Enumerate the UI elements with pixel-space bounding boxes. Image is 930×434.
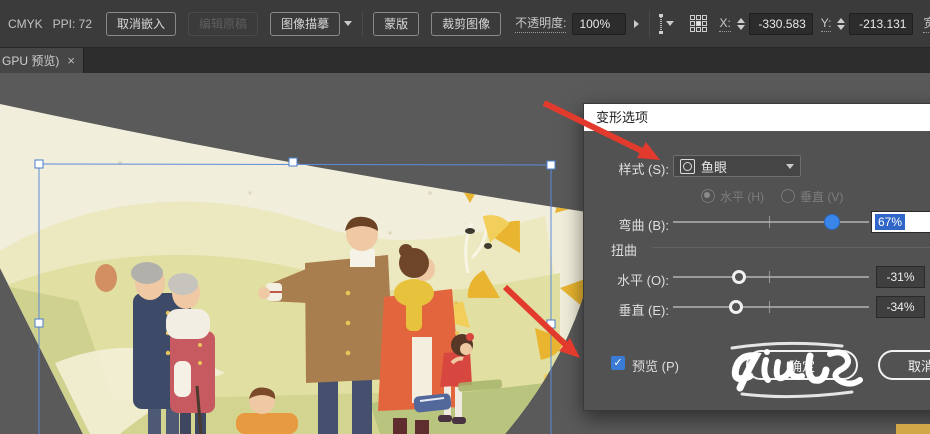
ok-button[interactable]: 确定 — [746, 350, 858, 380]
slider-center-tick — [769, 271, 770, 283]
bend-value-field[interactable]: 67% — [871, 211, 930, 233]
preview-checkbox[interactable]: ✓ — [611, 356, 625, 370]
vertical-radio: 垂直 (V) — [781, 188, 843, 205]
distort-h-value-field[interactable]: -31% — [876, 266, 925, 288]
y-label: Y: — [821, 16, 832, 32]
x-stepper[interactable] — [735, 14, 747, 34]
ppi-label: PPI: 72 — [53, 17, 92, 31]
document-tab[interactable]: GPU 预览) × — [0, 48, 84, 73]
selection-handle[interactable] — [289, 158, 297, 166]
x-input[interactable]: -330.583 — [749, 13, 813, 35]
document-tab-title: GPU 预览) — [2, 52, 59, 69]
opacity-input[interactable]: 100% — [572, 13, 626, 35]
axis-radio-group: 水平 (H) 垂直 (V) — [701, 188, 843, 205]
y-stepper[interactable] — [835, 14, 847, 34]
style-select[interactable]: 鱼眼 — [673, 155, 801, 177]
selection-handle[interactable] — [35, 319, 43, 327]
distort-h-label: 水平 (O): — [584, 270, 669, 289]
width-label: 宽: — [923, 14, 930, 33]
edit-original-button: 编辑原稿 — [188, 12, 258, 36]
warped-artwork[interactable] — [0, 104, 629, 434]
slider-center-tick — [769, 301, 770, 313]
color-mode-label: CMYK — [8, 17, 43, 31]
document-tabbar: GPU 预览) × — [0, 48, 930, 73]
unembed-button[interactable]: 取消嵌入 — [106, 12, 176, 36]
distort-v-label: 垂直 (E): — [584, 300, 669, 319]
slider-center-tick — [769, 216, 770, 228]
image-trace-dropdown-icon[interactable] — [344, 21, 352, 26]
transform-panel-icon[interactable] — [660, 14, 662, 34]
dropdown-chevron-icon — [786, 164, 794, 169]
horizontal-radio: 水平 (H) — [701, 188, 764, 205]
distort-v-handle[interactable] — [729, 300, 743, 314]
sun — [95, 264, 117, 292]
bend-label: 弯曲 (B): — [584, 215, 669, 234]
warp-options-dialog: 变形选项 样式 (S): 鱼眼 水平 (H) 垂直 (V) 弯曲 (B): 67… — [583, 103, 930, 411]
artwork-fragment — [896, 424, 930, 434]
selection-handle[interactable] — [547, 161, 555, 169]
opacity-more-icon[interactable] — [634, 20, 639, 28]
bend-slider[interactable] — [673, 211, 869, 233]
distort-v-value-field[interactable]: -34% — [876, 296, 925, 318]
crop-image-button[interactable]: 裁剪图像 — [431, 12, 501, 36]
fisheye-style-icon — [680, 159, 695, 174]
separator — [362, 11, 363, 37]
distort-section-label: 扭曲 — [611, 240, 671, 259]
distort-h-track[interactable] — [673, 276, 869, 278]
separator — [649, 11, 650, 37]
bend-slider-handle[interactable] — [824, 214, 840, 230]
preview-label: 预览 (P) — [632, 356, 722, 375]
section-divider — [652, 247, 930, 248]
distort-h-slider[interactable] — [673, 266, 869, 288]
options-toolbar: CMYK PPI: 72 取消嵌入 编辑原稿 图像描摹 蒙版 裁剪图像 不透明度… — [0, 0, 930, 48]
opacity-label[interactable]: 不透明度: — [515, 14, 566, 33]
radio-icon — [781, 189, 795, 203]
style-label: 样式 (S): — [584, 159, 669, 178]
reference-point-icon[interactable] — [690, 15, 707, 32]
selection-handle[interactable] — [35, 160, 43, 168]
radio-selected-icon — [701, 189, 715, 203]
y-input[interactable]: -213.131 — [849, 13, 913, 35]
illustrator-window: CMYK PPI: 72 取消嵌入 编辑原稿 图像描摹 蒙版 裁剪图像 不透明度… — [0, 0, 930, 434]
dialog-title: 变形选项 — [584, 104, 930, 131]
distort-v-track[interactable] — [673, 306, 869, 308]
image-trace-button[interactable]: 图像描摹 — [270, 12, 340, 36]
tab-close-icon[interactable]: × — [67, 54, 75, 67]
mask-button[interactable]: 蒙版 — [373, 12, 419, 36]
distort-v-slider[interactable] — [673, 296, 869, 318]
selection-handle[interactable] — [547, 320, 555, 328]
hills — [0, 202, 560, 434]
x-label: X: — [719, 16, 730, 32]
transform-panel-chevron-icon[interactable] — [666, 21, 674, 26]
cancel-button[interactable]: 取消 — [878, 350, 930, 380]
style-selected-value: 鱼眼 — [701, 157, 727, 176]
distort-h-handle[interactable] — [732, 270, 746, 284]
